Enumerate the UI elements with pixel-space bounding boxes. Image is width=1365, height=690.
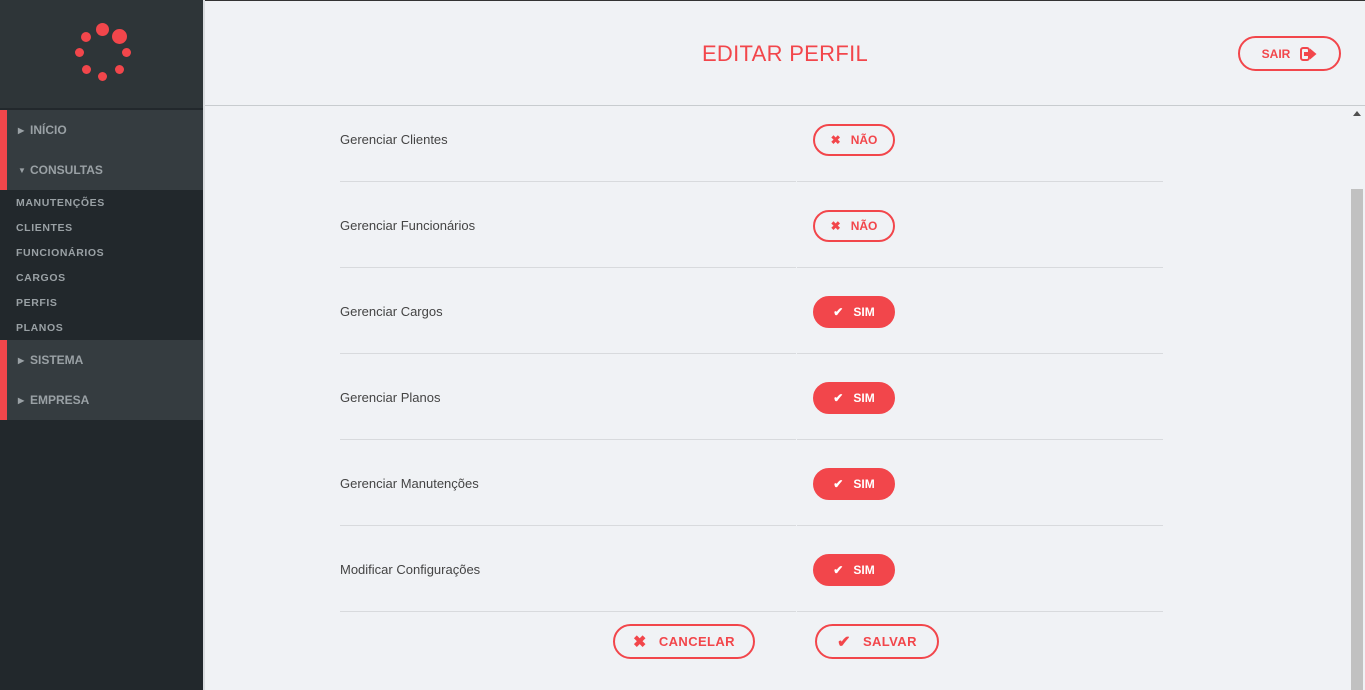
times-icon: ✖ <box>830 133 841 147</box>
permission-toggle[interactable]: ✖ NÃO <box>813 124 895 156</box>
sidebar-item-label: CONSULTAS <box>30 163 103 177</box>
permission-row: Modificar Configurações ✔ SIM <box>340 526 1163 612</box>
permission-label: Modificar Configurações <box>340 562 481 577</box>
logout-button[interactable]: SAIR <box>1238 36 1341 71</box>
row-divider <box>797 611 1163 612</box>
logout-label: SAIR <box>1261 46 1291 61</box>
logo-dot <box>96 23 109 36</box>
scroll-up-arrow-icon[interactable] <box>1353 111 1361 116</box>
permission-toggle[interactable]: ✔ SIM <box>813 382 895 414</box>
logo-dot <box>115 65 124 74</box>
sidebar-item-label: SISTEMA <box>30 353 84 367</box>
toggle-label: SIM <box>853 563 875 577</box>
sidebar-menu: ▶ INÍCIO ▼ CONSULTAS MANUTENÇÕES CLIENTE… <box>0 110 203 420</box>
times-icon: ✖ <box>633 633 647 651</box>
permission-toggle[interactable]: ✔ SIM <box>813 468 895 500</box>
logo-dot <box>75 48 84 57</box>
caret-down-icon: ▼ <box>18 165 26 175</box>
sidebar-item-consultas[interactable]: ▼ CONSULTAS <box>0 150 203 190</box>
submenu-item-perfis[interactable]: PERFIS <box>0 290 203 315</box>
submenu-item-planos[interactable]: PLANOS <box>0 315 203 340</box>
submenu-item-funcionarios[interactable]: FUNCIONÁRIOS <box>0 240 203 265</box>
check-icon: ✔ <box>833 305 844 319</box>
logo-dot <box>122 48 131 57</box>
permission-row: Gerenciar Clientes ✖ NÃO <box>340 96 1163 182</box>
row-divider <box>340 611 796 612</box>
permission-row: Gerenciar Planos ✔ SIM <box>340 354 1163 440</box>
submenu-item-clientes[interactable]: CLIENTES <box>0 215 203 240</box>
logo-dot <box>82 65 91 74</box>
check-icon: ✔ <box>833 563 844 577</box>
toggle-label: SIM <box>853 305 875 319</box>
permission-label: Gerenciar Cargos <box>340 304 443 319</box>
toggle-label: SIM <box>853 477 875 491</box>
toggle-label: NÃO <box>850 133 878 147</box>
check-icon: ✔ <box>833 391 844 405</box>
cancel-button[interactable]: ✖ CANCELAR <box>613 624 755 659</box>
sidebar-item-inicio[interactable]: ▶ INÍCIO <box>0 110 203 150</box>
submenu-item-manutencoes[interactable]: MANUTENÇÕES <box>0 190 203 215</box>
save-label: SALVAR <box>862 634 917 649</box>
permission-label: Gerenciar Manutenções <box>340 476 479 491</box>
caret-right-icon: ▶ <box>18 125 25 135</box>
sidebar-item-label: INÍCIO <box>30 123 67 137</box>
caret-right-icon: ▶ <box>18 395 25 405</box>
times-icon: ✖ <box>830 219 841 233</box>
scrollbar[interactable] <box>1349 107 1365 690</box>
scrollbar-thumb[interactable] <box>1351 189 1363 690</box>
permission-row: Gerenciar Funcionários ✖ NÃO <box>340 182 1163 268</box>
sidebar-item-sistema[interactable]: ▶ SISTEMA <box>0 340 203 380</box>
permission-row: Gerenciar Cargos ✔ SIM <box>340 268 1163 354</box>
save-button[interactable]: ✔ SALVAR <box>815 624 939 659</box>
cancel-label: CANCELAR <box>658 634 735 649</box>
logo-dot <box>112 29 127 44</box>
check-icon: ✔ <box>833 477 844 491</box>
sidebar-item-label: EMPRESA <box>30 393 90 407</box>
submenu-item-cargos[interactable]: CARGOS <box>0 265 203 290</box>
caret-right-icon: ▶ <box>18 355 25 365</box>
permission-toggle[interactable]: ✔ SIM <box>813 296 895 328</box>
logo-dot <box>98 72 107 81</box>
permission-label: Gerenciar Funcionários <box>340 218 476 233</box>
logo <box>0 0 203 108</box>
permission-row: Gerenciar Manutenções ✔ SIM <box>340 440 1163 526</box>
consultas-submenu: MANUTENÇÕES CLIENTES FUNCIONÁRIOS CARGOS… <box>0 190 203 340</box>
permission-toggle[interactable]: ✔ SIM <box>813 554 895 586</box>
check-icon: ✔ <box>837 633 851 651</box>
permission-toggle[interactable]: ✖ NÃO <box>813 210 895 242</box>
sign-out-icon <box>1300 46 1317 61</box>
toggle-label: NÃO <box>850 219 878 233</box>
logo-dot <box>81 32 91 42</box>
sidebar: ▶ INÍCIO ▼ CONSULTAS MANUTENÇÕES CLIENTE… <box>0 0 203 690</box>
sidebar-item-empresa[interactable]: ▶ EMPRESA <box>0 380 203 420</box>
permission-label: Gerenciar Planos <box>340 390 441 405</box>
page-header: EDITAR PERFIL SAIR <box>205 0 1365 106</box>
toggle-label: SIM <box>853 391 875 405</box>
permission-label: Gerenciar Clientes <box>340 132 448 147</box>
page-title: EDITAR PERFIL <box>701 41 869 66</box>
